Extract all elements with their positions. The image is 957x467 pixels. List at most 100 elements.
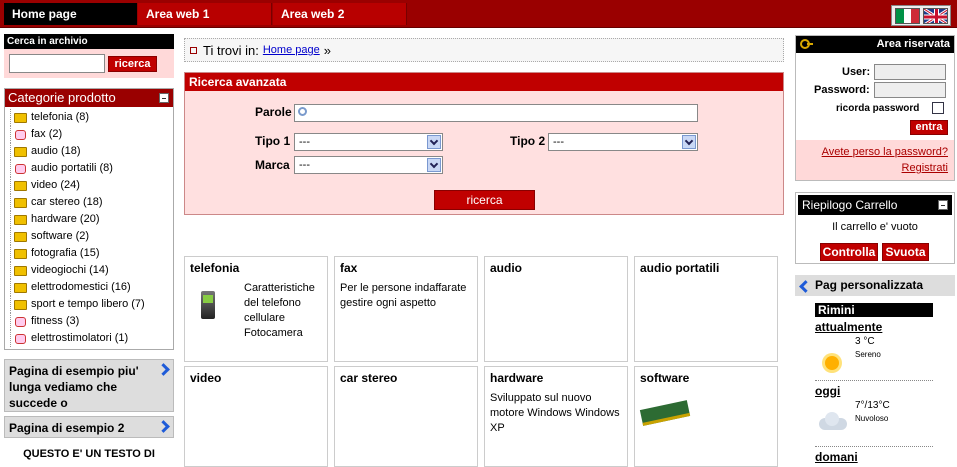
tile-title: audio portatili	[640, 261, 720, 275]
login-links: Avete perso la password? Registrati	[796, 140, 954, 180]
tile-title: car stereo	[340, 371, 398, 385]
remember-checkbox[interactable]	[932, 102, 944, 114]
chevron-down-icon	[682, 135, 696, 149]
category-list: telefonia (8) fax (2) audio (18) audio p…	[5, 107, 173, 347]
marca-value: ---	[299, 159, 310, 171]
category-label: fotografia (15)	[31, 247, 100, 259]
category-label: elettrostimolatori (1)	[31, 332, 129, 344]
tile-title: software	[640, 371, 690, 385]
divider	[815, 446, 933, 447]
words-label: Parole	[255, 105, 292, 119]
sample-page-link-1[interactable]: Pagina di esempio piu' lunga vediamo che…	[4, 359, 174, 412]
cart-empty-button[interactable]: Svuota	[882, 243, 929, 261]
folder-icon	[14, 112, 27, 123]
marca-select[interactable]: ---	[294, 156, 443, 174]
minimize-icon[interactable]	[159, 93, 169, 103]
product-tile-hardware[interactable]: hardware Sviluppato sul nuovo motore Win…	[484, 366, 628, 467]
breadcrumb-separator: »	[323, 42, 331, 58]
cart-title-bar: Riepilogo Carrello	[798, 195, 952, 215]
login-title-bar: Area riservata	[796, 36, 954, 53]
tile-title: video	[190, 371, 222, 385]
category-label: sport e tempo libero (7)	[31, 298, 145, 310]
folder-icon	[14, 146, 27, 157]
category-item[interactable]: car stereo (18)	[10, 194, 173, 211]
tile-description: Caratteristiche del telefono cellulare F…	[244, 282, 315, 339]
minimize-icon[interactable]	[938, 200, 948, 210]
archive-search-input[interactable]	[9, 54, 105, 73]
category-item[interactable]: fitness (3)	[10, 313, 173, 330]
sample-page-label-1: Pagina di esempio piu' lunga vediamo che…	[9, 364, 139, 410]
folder-icon	[14, 197, 27, 208]
archive-search-title: Cerca in archivio	[4, 34, 174, 49]
category-item[interactable]: video (24)	[10, 177, 173, 194]
category-item[interactable]: fotografia (15)	[10, 245, 173, 262]
category-item[interactable]: fax (2)	[10, 126, 173, 143]
folder-icon	[14, 282, 27, 293]
forecast-today-temp: 7°/13°C	[855, 400, 890, 411]
advanced-search-title: Ricerca avanzata	[185, 73, 783, 91]
login-title: Area riservata	[876, 38, 950, 50]
category-label: software (2)	[31, 230, 90, 242]
cart-check-button[interactable]: Controlla	[820, 243, 878, 261]
archive-search-panel: Cerca in archivio ricerca	[4, 34, 174, 78]
category-item[interactable]: elettrodomestici (16)	[10, 279, 173, 296]
product-tile-audio[interactable]: audio	[484, 256, 628, 362]
remember-label: ricorda password	[836, 103, 920, 114]
category-item[interactable]: audio (18)	[10, 143, 173, 160]
tipo1-value: ---	[299, 136, 310, 148]
tipo2-select[interactable]: ---	[548, 133, 698, 151]
tab-home-page[interactable]: Home page	[4, 3, 137, 25]
advanced-search-panel: Ricerca avanzata Parole Tipo 1 --- Tipo …	[184, 72, 784, 215]
tab-area-web-2[interactable]: Area web 2	[273, 3, 407, 25]
breadcrumb-home-link[interactable]: Home page	[263, 44, 320, 56]
password-label: Password:	[814, 84, 870, 96]
words-input[interactable]	[294, 104, 698, 122]
category-item[interactable]: software (2)	[10, 228, 173, 245]
english-flag-icon[interactable]	[923, 8, 948, 24]
category-item[interactable]: videogiochi (14)	[10, 262, 173, 279]
category-label: videogiochi (14)	[31, 264, 109, 276]
leaf-icon	[15, 333, 26, 344]
tab-area-web-1[interactable]: Area web 1	[138, 3, 272, 25]
tipo1-select[interactable]: ---	[294, 133, 443, 151]
tipo2-value: ---	[553, 136, 564, 148]
forecast-now-link[interactable]: attualmente	[815, 320, 933, 334]
product-tile-video[interactable]: video	[184, 366, 328, 467]
login-button[interactable]: entra	[910, 120, 948, 135]
product-tile-car-stereo[interactable]: car stereo	[334, 366, 478, 467]
category-item[interactable]: elettrostimolatori (1)	[10, 330, 173, 347]
weather-city: Rimini	[815, 303, 933, 317]
category-label: video (24)	[31, 179, 80, 191]
categories-panel: Categorie prodotto telefonia (8) fax (2)…	[4, 88, 174, 350]
folder-icon	[14, 299, 27, 310]
forecast-today-link[interactable]: oggi	[815, 384, 933, 398]
custom-page-panel: Pag personalizzata Rimini attualmente 3 …	[795, 275, 955, 467]
category-item[interactable]: sport e tempo libero (7)	[10, 296, 173, 313]
chevron-left-icon	[798, 280, 808, 292]
product-tile-telefonia[interactable]: telefonia Caratteristiche del telefono c…	[184, 256, 328, 362]
key-icon	[800, 39, 813, 49]
italian-flag-icon[interactable]	[895, 8, 920, 24]
category-item[interactable]: hardware (20)	[10, 211, 173, 228]
archive-search-button[interactable]: ricerca	[108, 56, 157, 72]
advanced-search-button[interactable]: ricerca	[434, 190, 535, 210]
cart-message: Il carrello e' vuoto	[832, 221, 918, 233]
custom-page-header[interactable]: Pag personalizzata	[795, 275, 955, 296]
marca-label: Marca	[255, 158, 290, 172]
sample-page-link-2[interactable]: Pagina di esempio 2	[4, 416, 174, 438]
register-link[interactable]: Registrati	[796, 160, 948, 176]
password-input[interactable]	[874, 82, 946, 98]
sun-icon	[825, 356, 839, 370]
category-label: elettrodomestici (16)	[31, 281, 131, 293]
product-tile-audio-portatili[interactable]: audio portatili	[634, 256, 778, 362]
categories-title-bar: Categorie prodotto	[5, 89, 173, 107]
product-tile-fax[interactable]: fax Per le persone indaffarate gestire o…	[334, 256, 478, 362]
product-tile-software[interactable]: software	[634, 366, 778, 467]
tile-title: audio	[490, 261, 522, 275]
category-item[interactable]: audio portatili (8)	[10, 160, 173, 177]
forecast-tomorrow-link[interactable]: domani	[815, 450, 933, 464]
category-label: hardware (20)	[31, 213, 100, 225]
user-input[interactable]	[874, 64, 946, 80]
forgot-password-link[interactable]: Avete perso la password?	[796, 144, 948, 160]
category-item[interactable]: telefonia (8)	[10, 109, 173, 126]
